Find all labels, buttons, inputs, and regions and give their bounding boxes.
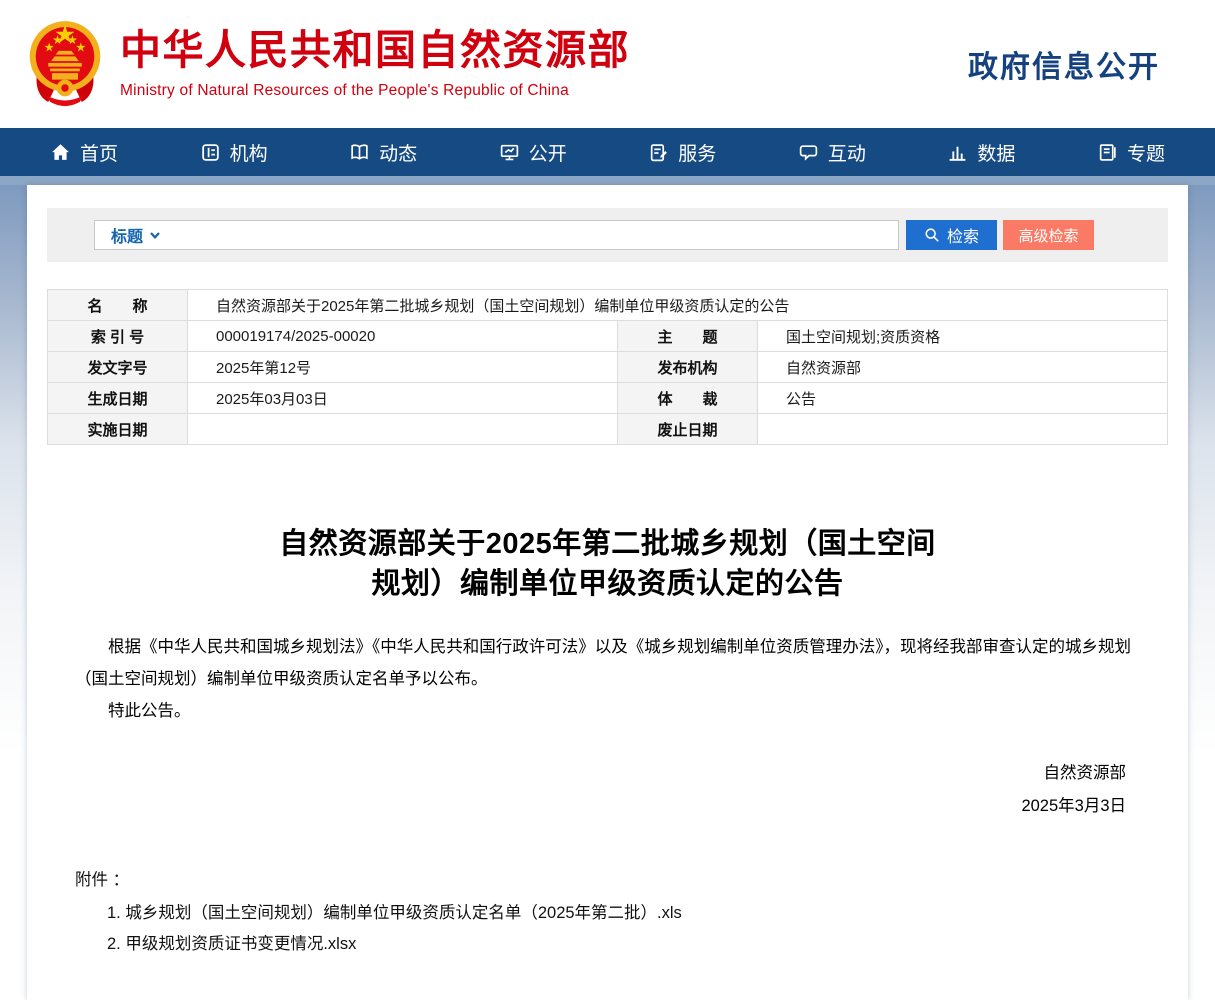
attachment-link-2[interactable]: 2. 甲级规划资质证书变更情况.xlsx xyxy=(75,929,1140,960)
article: 自然资源部关于2025年第二批城乡规划（国土空间 规划）编制单位甲级资质认定的公… xyxy=(47,524,1168,960)
article-title: 自然资源部关于2025年第二批城乡规划（国土空间 规划）编制单位甲级资质认定的公… xyxy=(75,524,1140,604)
page-background: 标题 检索 高级检索 名 称 自然资源部关于2025年第二批城乡规划（国土空间规… xyxy=(0,185,1215,1000)
site-brand: 中华人民共和国自然资源部 Ministry of Natural Resourc… xyxy=(120,28,968,100)
search-button-label: 检索 xyxy=(947,223,979,247)
site-subtitle: Ministry of Natural Resources of the Peo… xyxy=(120,82,968,100)
chevron-down-icon xyxy=(149,229,161,241)
search-field-selector[interactable]: 标题 xyxy=(95,223,171,247)
search-box: 标题 xyxy=(94,220,899,250)
main-nav: 首页 机构 动态 公开 服务 互动 数据 专题 xyxy=(0,128,1215,176)
table-row: 发文字号 2025年第12号 发布机构 自然资源部 xyxy=(48,352,1168,383)
search-button[interactable]: 检索 xyxy=(906,220,997,250)
table-row: 名 称 自然资源部关于2025年第二批城乡规划（国土空间规划）编制单位甲级资质认… xyxy=(48,290,1168,321)
disclosure-icon xyxy=(499,142,520,163)
meta-label-genre: 体 裁 xyxy=(618,383,758,414)
org-icon xyxy=(200,142,221,163)
meta-value-index: 000019174/2025-00020 xyxy=(188,321,618,352)
article-paragraph: 特此公告。 xyxy=(75,695,1140,727)
signature-block: 自然资源部 2025年3月3日 xyxy=(75,757,1140,823)
meta-value-issuer: 自然资源部 xyxy=(758,352,1168,383)
nav-bottom-band xyxy=(0,176,1215,185)
meta-label-subject: 主 题 xyxy=(618,321,758,352)
site-title: 中华人民共和国自然资源部 xyxy=(120,28,968,73)
nav-item-home[interactable]: 首页 xyxy=(50,139,118,166)
content-card: 标题 检索 高级检索 名 称 自然资源部关于2025年第二批城乡规划（国土空间规… xyxy=(27,185,1188,1000)
nav-label: 专题 xyxy=(1127,139,1165,166)
meta-label-issuer: 发布机构 xyxy=(618,352,758,383)
nav-label: 机构 xyxy=(230,139,268,166)
nav-label: 动态 xyxy=(379,139,417,166)
meta-label-index: 索 引 号 xyxy=(48,321,188,352)
meta-value-name: 自然资源部关于2025年第二批城乡规划（国土空间规划）编制单位甲级资质认定的公告 xyxy=(188,290,1168,321)
search-field-label: 标题 xyxy=(111,223,143,247)
meta-value-gendate: 2025年03月03日 xyxy=(188,383,618,414)
advanced-search-button[interactable]: 高级检索 xyxy=(1003,220,1094,250)
table-row: 生成日期 2025年03月03日 体 裁 公告 xyxy=(48,383,1168,414)
meta-label-gendate: 生成日期 xyxy=(48,383,188,414)
site-header: 中华人民共和国自然资源部 Ministry of Natural Resourc… xyxy=(0,0,1215,128)
data-icon xyxy=(947,142,968,163)
document-metadata-table: 名 称 自然资源部关于2025年第二批城乡规划（国土空间规划）编制单位甲级资质认… xyxy=(47,289,1168,445)
nav-item-org[interactable]: 机构 xyxy=(200,139,268,166)
meta-value-docnum: 2025年第12号 xyxy=(188,352,618,383)
nav-item-data[interactable]: 数据 xyxy=(947,139,1015,166)
signature-org: 自然资源部 xyxy=(75,757,1126,790)
meta-value-subject: 国土空间规划;资质资格 xyxy=(758,321,1168,352)
meta-value-genre: 公告 xyxy=(758,383,1168,414)
search-input[interactable] xyxy=(171,222,898,248)
signature-date: 2025年3月3日 xyxy=(75,790,1126,823)
topics-icon xyxy=(1097,142,1118,163)
article-body: 根据《中华人民共和国城乡规划法》《中华人民共和国行政许可法》以及《城乡规划编制单… xyxy=(75,631,1140,727)
nav-item-disclosure[interactable]: 公开 xyxy=(499,139,567,166)
meta-label-repeal: 废止日期 xyxy=(618,414,758,445)
meta-label-name: 名 称 xyxy=(48,290,188,321)
nav-item-interaction[interactable]: 互动 xyxy=(798,139,866,166)
meta-label-impl: 实施日期 xyxy=(48,414,188,445)
home-icon xyxy=(50,142,71,163)
article-paragraph: 根据《中华人民共和国城乡规划法》《中华人民共和国行政许可法》以及《城乡规划编制单… xyxy=(75,631,1140,695)
nav-label: 数据 xyxy=(977,139,1015,166)
nav-label: 互动 xyxy=(828,139,866,166)
meta-value-impl xyxy=(188,414,618,445)
article-title-line1: 自然资源部关于2025年第二批城乡规划（国土空间 xyxy=(75,524,1140,564)
search-icon xyxy=(924,227,940,243)
national-emblem-logo[interactable] xyxy=(26,12,104,117)
article-title-line2: 规划）编制单位甲级资质认定的公告 xyxy=(75,564,1140,604)
nav-label: 服务 xyxy=(678,139,716,166)
nav-label: 公开 xyxy=(529,139,567,166)
advanced-search-label: 高级检索 xyxy=(1018,225,1078,246)
national-emblem-icon xyxy=(26,12,104,112)
nav-item-news[interactable]: 动态 xyxy=(349,139,417,166)
search-bar: 标题 检索 高级检索 xyxy=(47,208,1168,262)
nav-label: 首页 xyxy=(80,139,118,166)
meta-value-repeal xyxy=(758,414,1168,445)
gov-info-disclosure-link[interactable]: 政府信息公开 xyxy=(968,42,1160,86)
table-row: 实施日期 废止日期 xyxy=(48,414,1168,445)
interaction-icon xyxy=(798,142,819,163)
attachments-label: 附件 ： xyxy=(75,865,1140,896)
nav-item-services[interactable]: 服务 xyxy=(648,139,716,166)
news-icon xyxy=(349,142,370,163)
nav-item-topics[interactable]: 专题 xyxy=(1097,139,1165,166)
attachment-link-1[interactable]: 1. 城乡规划（国土空间规划）编制单位甲级资质认定名单（2025年第二批）.xl… xyxy=(75,898,1140,929)
meta-label-docnum: 发文字号 xyxy=(48,352,188,383)
table-row: 索 引 号 000019174/2025-00020 主 题 国土空间规划;资质… xyxy=(48,321,1168,352)
service-icon xyxy=(648,142,669,163)
